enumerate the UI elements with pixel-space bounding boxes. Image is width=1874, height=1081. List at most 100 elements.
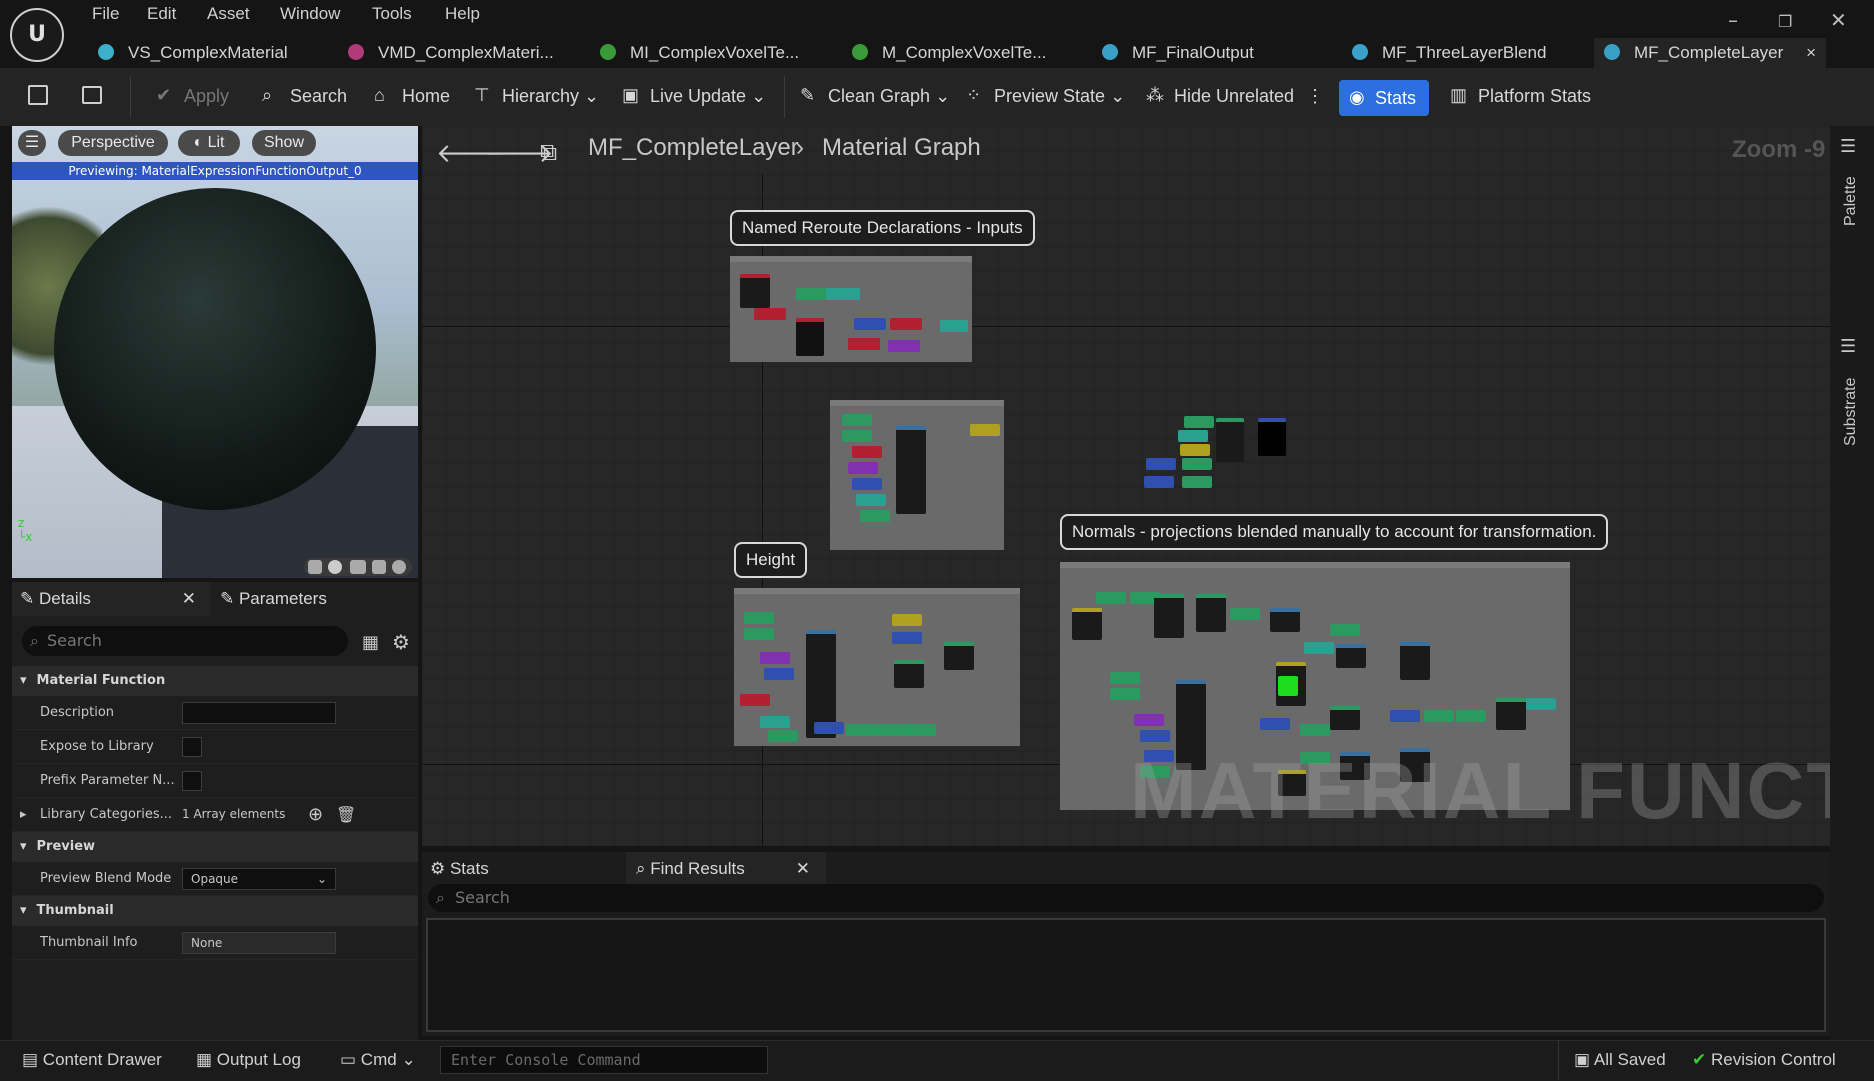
hierarchy-button[interactable]: ⊤ Hierarchy ⌄	[474, 85, 599, 107]
graph-node[interactable]	[1526, 698, 1556, 710]
substrate-icon[interactable]: ☰	[1840, 336, 1856, 357]
stats-button[interactable]: ◉ Stats	[1339, 80, 1429, 116]
graph-node[interactable]	[944, 642, 974, 670]
graph-node[interactable]	[1180, 444, 1210, 456]
graph-node[interactable]	[906, 724, 936, 736]
find-results-search-input[interactable]: ⌕ Search	[428, 884, 1824, 912]
add-element-icon[interactable]: ⊕	[308, 798, 323, 831]
output-log-button[interactable]: ▦ Output Log	[196, 1050, 301, 1070]
graph-node[interactable]	[1196, 594, 1226, 632]
hide-unrelated-button[interactable]: ⁂ Hide Unrelated	[1146, 85, 1294, 107]
tab-find-results[interactable]: ⌕ Find Results ✕	[626, 852, 826, 886]
viewport-menu-icon[interactable]: ☰	[18, 130, 46, 156]
graph-node[interactable]	[854, 318, 886, 330]
graph-node[interactable]	[1110, 672, 1140, 684]
lit-button[interactable]: ◐ Lit	[178, 130, 240, 156]
clean-graph-button[interactable]: ✎ Clean Graph ⌄	[800, 85, 950, 107]
section-material-function[interactable]: ▾ Material Function	[12, 666, 418, 696]
browse-icon[interactable]	[82, 86, 110, 107]
close-window-icon[interactable]: ✕	[1830, 8, 1847, 32]
section-preview[interactable]: ▾ Preview	[12, 832, 418, 862]
graph-node[interactable]	[1258, 418, 1286, 456]
graph-node[interactable]	[760, 716, 790, 728]
menu-help[interactable]: Help	[445, 4, 480, 24]
expose-checkbox[interactable]	[182, 737, 202, 757]
description-input[interactable]	[182, 702, 336, 724]
graph-node[interactable]	[860, 510, 890, 522]
graph-node[interactable]	[1144, 476, 1174, 488]
tab-vmd-complexmaterial[interactable]: VMD_ComplexMateri...	[348, 38, 554, 68]
tab-m-complexvoxel[interactable]: M_ComplexVoxelTe...	[852, 38, 1046, 68]
graph-node[interactable]	[744, 628, 774, 640]
graph-node[interactable]	[842, 430, 872, 442]
graph-node[interactable]	[888, 340, 920, 352]
section-thumbnail[interactable]: ▾ Thumbnail	[12, 896, 418, 926]
graph-node[interactable]	[876, 724, 906, 736]
apply-button[interactable]: ✔ Apply	[156, 85, 229, 107]
cmd-button[interactable]: ▭ Cmd ⌄	[340, 1050, 416, 1070]
graph-node[interactable]	[826, 288, 860, 300]
trash-icon[interactable]: 🗑	[336, 798, 356, 831]
comment-reroute-label[interactable]: Named Reroute Declarations - Inputs	[730, 210, 1035, 246]
tab-mf-completelayer[interactable]: MF_CompleteLayer ×	[1594, 38, 1826, 68]
graph-node[interactable]	[940, 320, 968, 332]
sphere-icon[interactable]	[328, 560, 342, 574]
minimize-icon[interactable]: –	[1728, 8, 1738, 32]
tab-close-icon[interactable]: ×	[1806, 38, 1816, 68]
graph-node[interactable]	[744, 612, 774, 624]
graph-node[interactable]	[1072, 608, 1102, 640]
menu-tools[interactable]: Tools	[372, 4, 412, 24]
comment-reroute-box[interactable]	[730, 256, 972, 362]
more-options-icon[interactable]: ⋮	[1306, 86, 1324, 107]
graph-node[interactable]	[1154, 594, 1184, 638]
graph-node[interactable]	[1230, 608, 1260, 620]
comment-box-unlabeled[interactable]	[830, 400, 1004, 550]
graph-node[interactable]	[740, 694, 770, 706]
graph-node[interactable]	[852, 446, 882, 458]
comment-normals-label[interactable]: Normals - projections blended manually t…	[1060, 514, 1609, 550]
show-button[interactable]: Show	[252, 130, 316, 156]
thumbnail-info-value[interactable]: None	[182, 932, 336, 954]
prefix-checkbox[interactable]	[182, 771, 202, 791]
graph-node[interactable]	[1178, 430, 1208, 442]
tab-mi-complexvoxel[interactable]: MI_ComplexVoxelTe...	[600, 38, 799, 68]
graph-node[interactable]	[1182, 476, 1212, 488]
gear-icon[interactable]: ⚙	[392, 630, 410, 654]
graph-node[interactable]	[1260, 718, 1290, 730]
breadcrumb-asset[interactable]: MF_CompleteLayer	[588, 134, 799, 162]
graph-node[interactable]	[754, 308, 786, 320]
graph-node[interactable]	[768, 730, 798, 742]
cube-icon[interactable]	[372, 560, 386, 574]
platform-stats-button[interactable]: ▥ Platform Stats	[1450, 85, 1591, 107]
all-saved-button[interactable]: ▣ All Saved	[1574, 1050, 1666, 1070]
teapot-icon[interactable]	[392, 560, 406, 574]
substrate-tab[interactable]: Substrate	[1842, 378, 1860, 446]
find-results-list[interactable]	[426, 918, 1826, 1032]
tab-details[interactable]: ✎ Details ✕	[12, 582, 210, 616]
tab-vs-complexmaterial[interactable]: VS_ComplexMaterial	[98, 38, 288, 68]
graph-node[interactable]	[1330, 706, 1360, 730]
comment-height-box[interactable]	[734, 588, 1020, 746]
tab-mf-finaloutput[interactable]: MF_FinalOutput	[1102, 38, 1254, 68]
graph-node[interactable]	[894, 660, 924, 688]
plane-icon[interactable]	[350, 560, 366, 574]
graph-node[interactable]	[842, 414, 872, 426]
graph-node[interactable]	[1140, 730, 1170, 742]
palette-icon[interactable]: ☰	[1840, 136, 1856, 157]
console-command-input[interactable]: Enter Console Command	[440, 1046, 768, 1074]
home-button[interactable]: ⌂ Home	[374, 85, 450, 107]
graph-node[interactable]	[1146, 458, 1176, 470]
blend-mode-select[interactable]: Opaque ⌄	[182, 868, 336, 890]
graph-node[interactable]	[796, 288, 830, 300]
graph-node[interactable]	[760, 652, 790, 664]
graph-node[interactable]	[1330, 624, 1360, 636]
search-button[interactable]: ⌕ Search	[262, 85, 347, 107]
loose-node-cluster[interactable]	[1142, 414, 1292, 500]
menu-file[interactable]: File	[92, 4, 119, 24]
graph-node[interactable]	[1216, 418, 1244, 462]
graph-node[interactable]	[1270, 608, 1300, 632]
graph-node[interactable]	[1424, 710, 1454, 722]
graph-node[interactable]	[892, 632, 922, 644]
unreal-logo[interactable]: U	[10, 8, 64, 62]
graph-node[interactable]	[892, 614, 922, 626]
